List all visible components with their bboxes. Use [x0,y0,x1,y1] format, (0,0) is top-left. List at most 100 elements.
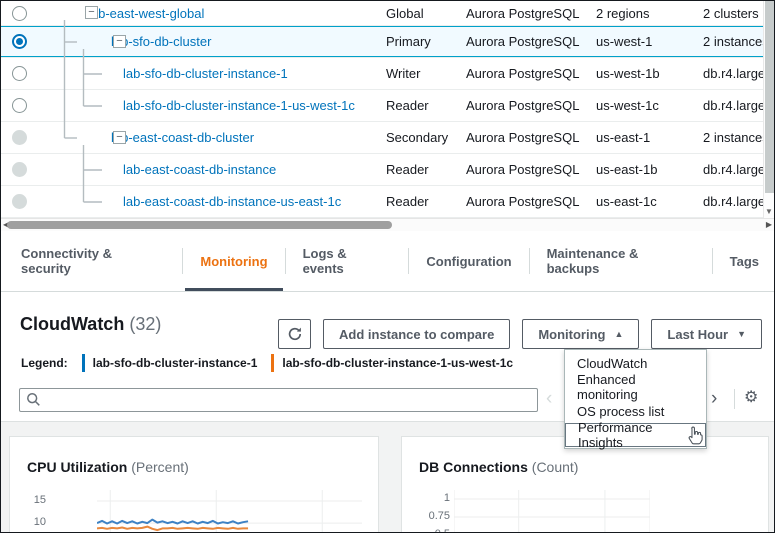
region-cell: us-east-1 [596,122,703,153]
page-next-icon[interactable]: › [711,386,717,412]
search-input[interactable] [19,388,538,412]
chart-unit: (Count) [532,459,579,475]
toolbar-divider [734,389,735,409]
y-tick-label: 1 [444,492,450,504]
row-radio[interactable] [12,6,27,21]
engine-cell: Aurora PostgreSQL [466,186,596,217]
y-tick-label: 10 [34,516,46,528]
cpu-utilization-plot [97,490,362,533]
row-radio-disabled [12,162,27,177]
legend-label: Legend: [21,356,68,370]
db-identifier-link[interactable]: lab-sfo-db-cluster-instance-1 [123,66,288,81]
y-tick-label: 15 [34,494,46,506]
tab-configuration[interactable]: Configuration [409,231,528,291]
caret-down-icon: ▼ [737,329,746,339]
y-axis-labels: 1 0.75 0.5 [402,490,454,533]
tab-tags[interactable]: Tags [713,231,775,291]
table-row: − lab-east-coast-db-cluster Secondary Au… [1,122,774,154]
db-connections-chart-card: DB Connections (Count) 1 0.75 0.5 [401,436,769,533]
role-cell: Reader [386,90,466,121]
chart-unit: (Percent) [131,459,189,475]
db-identifier-link[interactable]: lab-sfo-db-cluster-instance-1-us-west-1c [123,98,355,113]
table-horizontal-scrollbar[interactable]: ◀ ▶ [1,218,774,231]
db-cluster-table: − lab-east-west-global Global Aurora Pos… [1,1,774,218]
tree-collapse-icon[interactable]: − [113,35,126,48]
y-axis-labels: 1510 [10,490,97,533]
monitoring-dropdown-label: Monitoring [538,327,605,342]
db-identifier-link[interactable]: lab-east-coast-db-cluster [111,130,254,145]
db-connections-plot [454,490,650,533]
monitoring-dropdown-button[interactable]: Monitoring ▲ [522,319,639,349]
role-cell: Primary [386,26,466,57]
caret-up-icon: ▲ [614,329,623,339]
monitoring-dropdown-menu: CloudWatch Enhanced monitoring OS proces… [564,349,707,449]
scroll-down-icon[interactable]: ▼ [764,207,774,216]
menu-item-enhanced-monitoring[interactable]: Enhanced monitoring [565,375,706,399]
detail-tabs: Connectivity & security Monitoring Logs … [1,231,775,292]
panel-title-text: CloudWatch [20,314,124,334]
y-tick-label: 0.5 [435,528,450,533]
table-row-selected: − lab-sfo-db-cluster Primary Aurora Post… [1,26,774,58]
engine-cell: Aurora PostgreSQL [466,58,596,89]
engine-cell: Aurora PostgreSQL [466,90,596,121]
rds-console-screen: − lab-east-west-global Global Aurora Pos… [0,0,775,533]
refresh-button[interactable] [278,319,311,349]
engine-cell: Aurora PostgreSQL [466,1,596,25]
chart-title-text: CPU Utilization [27,459,127,475]
tab-connectivity-security[interactable]: Connectivity & security [4,231,182,291]
table-row: lab-east-coast-db-instance-us-east-1c Re… [1,186,774,218]
db-identifier-link[interactable]: lab-east-coast-db-instance-us-east-1c [123,194,341,209]
region-cell: us-east-1b [596,154,703,185]
row-radio-disabled [12,130,27,145]
row-radio-checked[interactable] [12,34,27,49]
y-tick-label: 0.75 [429,510,450,522]
engine-cell: Aurora PostgreSQL [466,122,596,153]
tab-maintenance-backups[interactable]: Maintenance & backups [530,231,712,291]
row-radio-disabled [12,194,27,209]
table-row: lab-sfo-db-cluster-instance-1 Writer Aur… [1,58,774,90]
gear-icon[interactable]: ⚙ [744,387,758,407]
legend-color-bar-orange [271,354,274,372]
hscroll-thumb[interactable] [7,221,392,229]
legend-series-name: lab-sfo-db-cluster-instance-1 [93,356,258,370]
region-cell: us-east-1c [596,186,703,217]
chart-title: CPU Utilization (Percent) [27,459,189,475]
db-identifier-link[interactable]: lab-east-west-global [88,6,204,21]
role-cell: Secondary [386,122,466,153]
role-cell: Reader [386,186,466,217]
table-row: − lab-east-west-global Global Aurora Pos… [1,1,774,26]
region-cell: 2 regions [596,1,703,25]
chart-title: DB Connections (Count) [419,459,578,475]
tab-logs-events[interactable]: Logs & events [286,231,409,291]
db-identifier-link[interactable]: lab-east-coast-db-instance [123,162,276,177]
legend-color-bar-blue [82,354,85,372]
row-radio[interactable] [12,98,27,113]
region-cell: us-west-1b [596,58,703,89]
role-cell: Global [386,1,466,25]
refresh-icon [287,326,303,342]
chart-title-text: DB Connections [419,459,528,475]
metric-search [19,388,538,412]
table-row: lab-sfo-db-cluster-instance-1-us-west-1c… [1,90,774,122]
panel-title: CloudWatch (32) [20,314,161,335]
db-identifier-link[interactable]: lab-sfo-db-cluster [111,34,211,49]
table-vertical-scrollbar[interactable]: ▼ [763,1,774,218]
tree-collapse-icon[interactable]: − [113,131,126,144]
row-radio[interactable] [12,66,27,81]
tree-collapse-icon[interactable]: − [85,6,98,19]
period-dropdown-button[interactable]: Last Hour ▼ [651,319,762,349]
metric-count: (32) [129,314,161,334]
engine-cell: Aurora PostgreSQL [466,154,596,185]
chart-legend: Legend: lab-sfo-db-cluster-instance-1 la… [21,354,513,372]
menu-item-performance-insights[interactable]: Performance Insights [565,423,706,447]
cpu-utilization-chart-card: CPU Utilization (Percent) 1510 [9,436,379,533]
vscroll-thumb[interactable] [765,1,774,193]
toolbar: Add instance to compare Monitoring ▲ Las… [278,319,762,349]
role-cell: Writer [386,58,466,89]
scroll-right-icon[interactable]: ▶ [766,220,772,229]
region-cell: us-west-1c [596,90,703,121]
add-instance-to-compare-button[interactable]: Add instance to compare [323,319,510,349]
tab-monitoring[interactable]: Monitoring [183,231,284,291]
search-icon [26,392,41,407]
region-cell: us-west-1 [596,26,703,57]
